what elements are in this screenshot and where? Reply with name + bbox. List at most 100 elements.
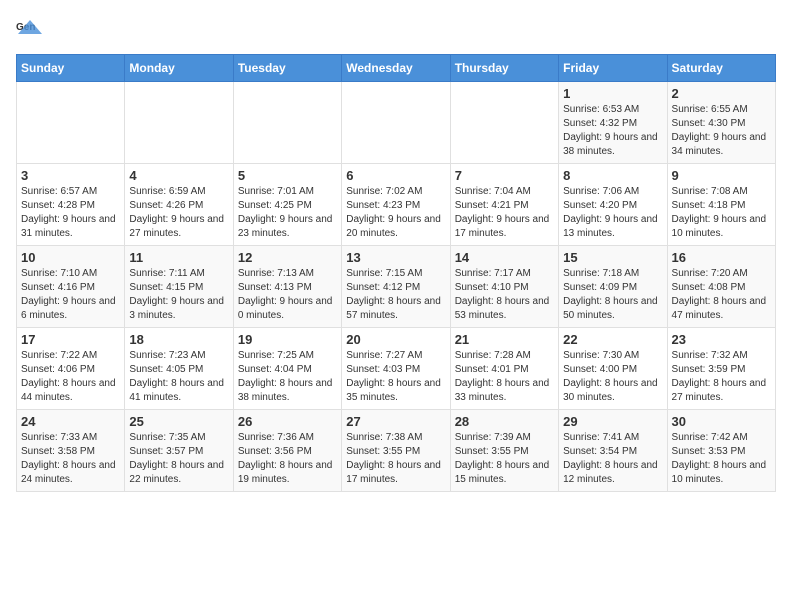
calendar-cell: 25 Sunrise: 7:35 AM Sunset: 3:57 PM Dayli… (125, 410, 233, 492)
day-info: Sunrise: 7:38 AM Sunset: 3:55 PM Dayligh… (346, 431, 445, 487)
day-number: 16 (672, 250, 771, 265)
calendar-cell: 24Sunrise: 7:33 AM Sunset: 3:58 PM Dayli… (17, 410, 125, 492)
calendar-cell: 23Sunrise: 7:32 AM Sunset: 3:59 PM Dayli… (667, 328, 775, 410)
weekday-header: Friday (559, 55, 667, 82)
weekday-header: Sunday (17, 55, 125, 82)
day-number: 4 (129, 168, 228, 183)
day-number: 11 (129, 250, 228, 265)
day-number: 25 (129, 414, 228, 429)
day-info: Sunrise: 6:57 AM Sunset: 4:28 PM Dayligh… (21, 185, 120, 241)
calendar-cell: 3 Sunrise: 6:57 AM Sunset: 4:28 PM Daylig… (17, 164, 125, 246)
calendar-cell: 4 Sunrise: 6:59 AM Sunset: 4:26 PM Daylig… (125, 164, 233, 246)
day-number: 12 (238, 250, 337, 265)
day-number: 15 (563, 250, 662, 265)
calendar-cell: 15 Sunrise: 7:18 AM Sunset: 4:09 PM Dayli… (559, 246, 667, 328)
day-info: Sunrise: 7:42 AM Sunset: 3:53 PM Dayligh… (672, 431, 771, 487)
day-info: Sunrise: 7:22 AM Sunset: 4:06 PM Dayligh… (21, 349, 120, 405)
calendar-cell (125, 82, 233, 164)
calendar-cell: 28 Sunrise: 7:39 AM Sunset: 3:55 PM Dayli… (450, 410, 558, 492)
calendar-cell: 26 Sunrise: 7:36 AM Sunset: 3:56 PM Dayli… (233, 410, 341, 492)
day-info: Sunrise: 7:06 AM Sunset: 4:20 PM Dayligh… (563, 185, 662, 241)
day-info: Sunrise: 6:53 AM Sunset: 4:32 PM Dayligh… (563, 103, 662, 159)
day-number: 24 (21, 414, 120, 429)
calendar-cell: 10Sunrise: 7:10 AM Sunset: 4:16 PM Dayli… (17, 246, 125, 328)
day-info: Sunrise: 7:01 AM Sunset: 4:25 PM Dayligh… (238, 185, 337, 241)
day-info: Sunrise: 6:55 AM Sunset: 4:30 PM Dayligh… (672, 103, 771, 159)
day-info: Sunrise: 7:35 AM Sunset: 3:57 PM Dayligh… (129, 431, 228, 487)
weekday-header: Tuesday (233, 55, 341, 82)
day-info: Sunrise: 7:15 AM Sunset: 4:12 PM Dayligh… (346, 267, 445, 323)
weekday-row: SundayMondayTuesdayWednesdayThursdayFrid… (17, 55, 776, 82)
calendar-cell: 30 Sunrise: 7:42 AM Sunset: 3:53 PM Dayli… (667, 410, 775, 492)
calendar-table: SundayMondayTuesdayWednesdayThursdayFrid… (16, 54, 776, 492)
day-number: 26 (238, 414, 337, 429)
day-number: 30 (672, 414, 771, 429)
day-info: Sunrise: 7:25 AM Sunset: 4:04 PM Dayligh… (238, 349, 337, 405)
logo: Gen (16, 16, 48, 44)
calendar-cell: 18Sunrise: 7:23 AM Sunset: 4:05 PM Dayli… (125, 328, 233, 410)
weekday-header: Wednesday (342, 55, 450, 82)
calendar-cell (342, 82, 450, 164)
day-info: Sunrise: 7:27 AM Sunset: 4:03 PM Dayligh… (346, 349, 445, 405)
calendar-cell: 6 Sunrise: 7:02 AM Sunset: 4:23 PM Daylig… (342, 164, 450, 246)
calendar-cell: 12 Sunrise: 7:13 AM Sunset: 4:13 PM Dayli… (233, 246, 341, 328)
day-info: Sunrise: 7:30 AM Sunset: 4:00 PM Dayligh… (563, 349, 662, 405)
day-number: 29 (563, 414, 662, 429)
calendar-cell (233, 82, 341, 164)
calendar-cell: 20 Sunrise: 7:27 AM Sunset: 4:03 PM Dayli… (342, 328, 450, 410)
day-info: Sunrise: 7:08 AM Sunset: 4:18 PM Dayligh… (672, 185, 771, 241)
day-number: 21 (455, 332, 554, 347)
logo-icon: Gen (16, 16, 44, 44)
day-info: Sunrise: 7:39 AM Sunset: 3:55 PM Dayligh… (455, 431, 554, 487)
day-number: 5 (238, 168, 337, 183)
day-number: 6 (346, 168, 445, 183)
day-number: 27 (346, 414, 445, 429)
day-info: Sunrise: 6:59 AM Sunset: 4:26 PM Dayligh… (129, 185, 228, 241)
day-info: Sunrise: 7:23 AM Sunset: 4:05 PM Dayligh… (129, 349, 228, 405)
day-number: 2 (672, 86, 771, 101)
calendar-header: SundayMondayTuesdayWednesdayThursdayFrid… (17, 55, 776, 82)
day-number: 8 (563, 168, 662, 183)
calendar-cell: 19 Sunrise: 7:25 AM Sunset: 4:04 PM Dayli… (233, 328, 341, 410)
day-info: Sunrise: 7:13 AM Sunset: 4:13 PM Dayligh… (238, 267, 337, 323)
weekday-header: Saturday (667, 55, 775, 82)
day-number: 22 (563, 332, 662, 347)
day-number: 9 (672, 168, 771, 183)
calendar-cell: 9 Sunrise: 7:08 AM Sunset: 4:18 PM Daylig… (667, 164, 775, 246)
day-number: 7 (455, 168, 554, 183)
day-info: Sunrise: 7:28 AM Sunset: 4:01 PM Dayligh… (455, 349, 554, 405)
day-info: Sunrise: 7:18 AM Sunset: 4:09 PM Dayligh… (563, 267, 662, 323)
day-number: 19 (238, 332, 337, 347)
calendar-week-row: 17 Sunrise: 7:22 AM Sunset: 4:06 PM Dayli… (17, 328, 776, 410)
calendar-cell: 27 Sunrise: 7:38 AM Sunset: 3:55 PM Dayli… (342, 410, 450, 492)
day-number: 20 (346, 332, 445, 347)
day-info: Sunrise: 7:41 AM Sunset: 3:54 PM Dayligh… (563, 431, 662, 487)
day-number: 28 (455, 414, 554, 429)
day-info: Sunrise: 7:20 AM Sunset: 4:08 PM Dayligh… (672, 267, 771, 323)
day-number: 23 (672, 332, 771, 347)
calendar-week-row: 10Sunrise: 7:10 AM Sunset: 4:16 PM Dayli… (17, 246, 776, 328)
day-info: Sunrise: 7:02 AM Sunset: 4:23 PM Dayligh… (346, 185, 445, 241)
calendar-cell: 7 Sunrise: 7:04 AM Sunset: 4:21 PM Daylig… (450, 164, 558, 246)
day-number: 14 (455, 250, 554, 265)
day-number: 3 (21, 168, 120, 183)
weekday-header: Thursday (450, 55, 558, 82)
day-info: Sunrise: 7:11 AM Sunset: 4:15 PM Dayligh… (129, 267, 228, 323)
calendar-cell: 11 Sunrise: 7:11 AM Sunset: 4:15 PM Dayli… (125, 246, 233, 328)
calendar-cell: 21 Sunrise: 7:28 AM Sunset: 4:01 PM Dayli… (450, 328, 558, 410)
calendar-cell: 2 Sunrise: 6:55 AM Sunset: 4:30 PM Daylig… (667, 82, 775, 164)
calendar-cell: 17 Sunrise: 7:22 AM Sunset: 4:06 PM Dayli… (17, 328, 125, 410)
day-number: 17 (21, 332, 120, 347)
calendar-cell: 29 Sunrise: 7:41 AM Sunset: 3:54 PM Dayli… (559, 410, 667, 492)
calendar-cell: 5 Sunrise: 7:01 AM Sunset: 4:25 PM Daylig… (233, 164, 341, 246)
calendar-cell (450, 82, 558, 164)
weekday-header: Monday (125, 55, 233, 82)
day-number: 10 (21, 250, 120, 265)
calendar-week-row: 24Sunrise: 7:33 AM Sunset: 3:58 PM Dayli… (17, 410, 776, 492)
day-number: 1 (563, 86, 662, 101)
day-info: Sunrise: 7:36 AM Sunset: 3:56 PM Dayligh… (238, 431, 337, 487)
day-number: 13 (346, 250, 445, 265)
day-info: Sunrise: 7:04 AM Sunset: 4:21 PM Dayligh… (455, 185, 554, 241)
calendar-cell: 22 Sunrise: 7:30 AM Sunset: 4:00 PM Dayli… (559, 328, 667, 410)
calendar-cell (17, 82, 125, 164)
